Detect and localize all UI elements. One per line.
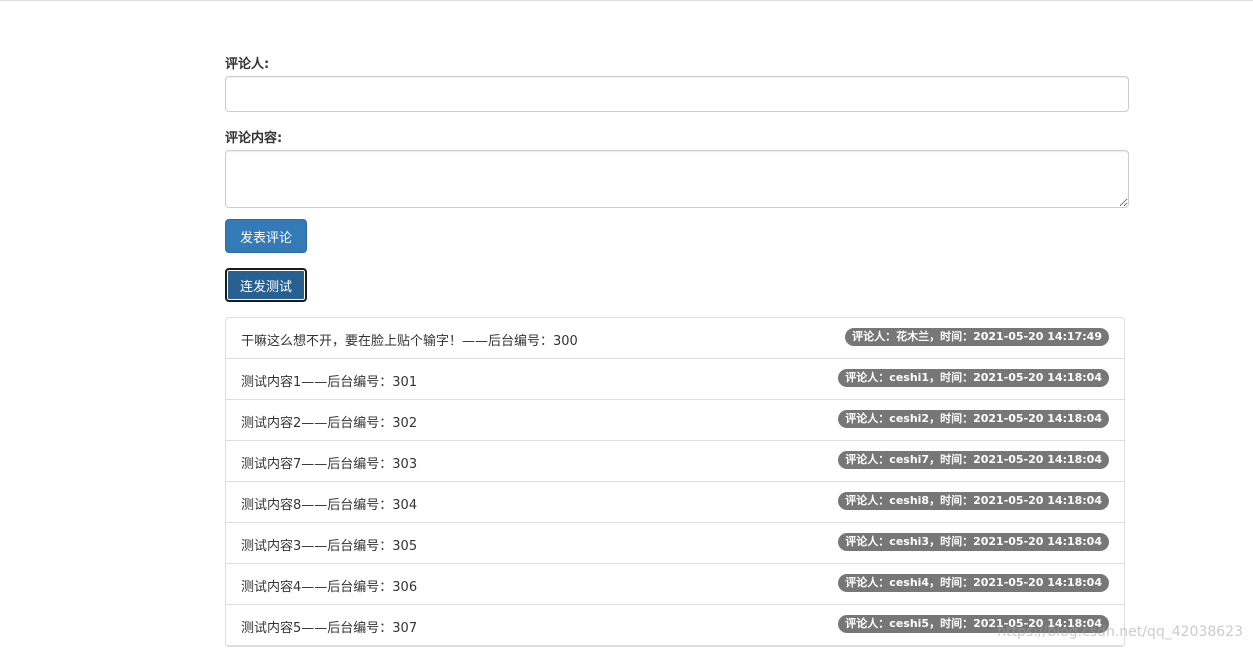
comment-content-textarea[interactable] — [225, 150, 1129, 208]
comment-meta-badge: 评论人：ceshi2，时间：2021-05-20 14:18:04 — [838, 410, 1109, 428]
submit-comment-button[interactable]: 发表评论 — [225, 219, 307, 253]
watermark: https://blog.csdn.net/qq_42038623 — [997, 624, 1243, 640]
comment-content-label: 评论内容: — [225, 131, 283, 146]
comment-meta-badge: 评论人：ceshi1，时间：2021-05-20 14:18:04 — [838, 369, 1109, 387]
list-item: 测试内容3——后台编号：305 评论人：ceshi3，时间：2021-05-20… — [226, 523, 1124, 564]
comment-text: 测试内容8——后台编号：304 — [241, 498, 418, 513]
comment-meta-badge: 评论人：ceshi8，时间：2021-05-20 14:18:04 — [838, 492, 1109, 510]
comment-meta-badge: 评论人：ceshi4，时间：2021-05-20 14:18:04 — [838, 574, 1109, 592]
list-item: 测试内容1——后台编号：301 评论人：ceshi1，时间：2021-05-20… — [226, 359, 1124, 400]
comment-text: 测试内容4——后台编号：306 — [241, 580, 418, 595]
list-item: 测试内容2——后台编号：302 评论人：ceshi2，时间：2021-05-20… — [226, 400, 1124, 441]
comment-list: 干嘛这么想不开，要在脸上贴个输字！——后台编号：300 评论人：花木兰，时间：2… — [225, 317, 1125, 647]
comment-text: 测试内容3——后台编号：305 — [241, 539, 418, 554]
list-item: 测试内容4——后台编号：306 评论人：ceshi4，时间：2021-05-20… — [226, 564, 1124, 605]
list-item: 测试内容7——后台编号：303 评论人：ceshi7，时间：2021-05-20… — [226, 441, 1124, 482]
list-item: 干嘛这么想不开，要在脸上贴个输字！——后台编号：300 评论人：花木兰，时间：2… — [226, 318, 1124, 359]
comment-text: 测试内容1——后台编号：301 — [241, 375, 418, 390]
comment-text: 干嘛这么想不开，要在脸上贴个输字！——后台编号：300 — [241, 334, 578, 349]
comment-meta-badge: 评论人：ceshi3，时间：2021-05-20 14:18:04 — [838, 533, 1109, 551]
comment-text: 测试内容7——后台编号：303 — [241, 457, 418, 472]
burst-test-button[interactable]: 连发测试 — [225, 268, 307, 302]
top-divider — [0, 0, 1253, 1]
comment-text: 测试内容5——后台编号：307 — [241, 621, 418, 636]
comment-meta-badge: 评论人：ceshi7，时间：2021-05-20 14:18:04 — [838, 451, 1109, 469]
commenter-input[interactable] — [225, 76, 1129, 112]
list-item: 测试内容5——后台编号：307 评论人：ceshi5，时间：2021-05-20… — [226, 605, 1124, 646]
comment-meta-badge: 评论人：花木兰，时间：2021-05-20 14:17:49 — [845, 328, 1109, 346]
list-item: 测试内容8——后台编号：304 评论人：ceshi8，时间：2021-05-20… — [226, 482, 1124, 523]
commenter-label: 评论人: — [225, 57, 270, 72]
comment-text: 测试内容2——后台编号：302 — [241, 416, 418, 431]
